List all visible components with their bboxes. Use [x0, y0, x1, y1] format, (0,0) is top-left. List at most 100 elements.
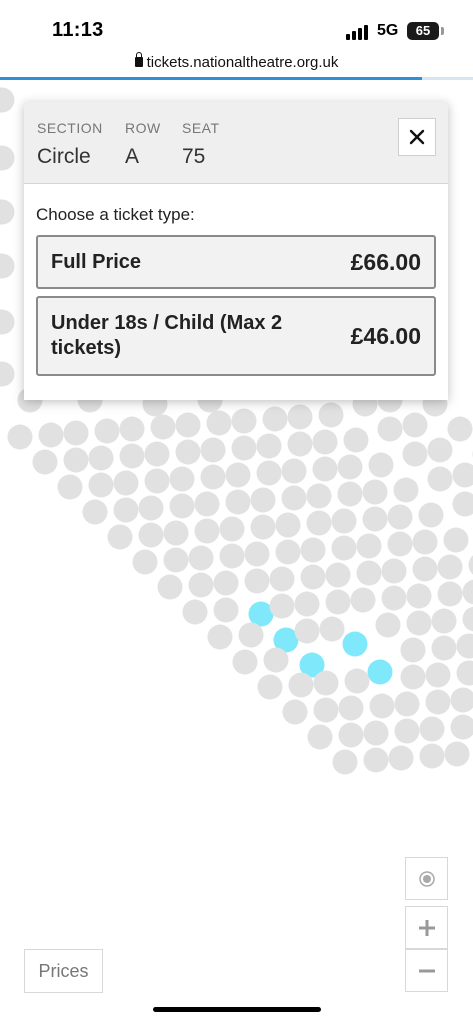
seat-available[interactable]: [312, 429, 338, 455]
seat-available[interactable]: [88, 472, 114, 498]
seat-available[interactable]: [368, 452, 394, 478]
seat-available[interactable]: [0, 361, 15, 387]
seat-available[interactable]: [356, 560, 382, 586]
seat-available[interactable]: [32, 449, 58, 475]
seat-available[interactable]: [275, 512, 301, 538]
seat-available[interactable]: [256, 433, 282, 459]
seat-available[interactable]: [394, 718, 420, 744]
seat-available[interactable]: [0, 253, 15, 279]
seat-available[interactable]: [119, 443, 145, 469]
seat-available[interactable]: [418, 502, 444, 528]
seat-available[interactable]: [377, 416, 403, 442]
seat-available[interactable]: [294, 618, 320, 644]
seat-available[interactable]: [400, 664, 426, 690]
close-button[interactable]: [398, 118, 436, 156]
seat-available[interactable]: [306, 483, 332, 509]
seat-available[interactable]: [375, 612, 401, 638]
seat-available[interactable]: [213, 570, 239, 596]
seat-available[interactable]: [444, 741, 470, 767]
prices-button[interactable]: Prices: [24, 949, 103, 993]
seat-available[interactable]: [287, 431, 313, 457]
seat-available[interactable]: [182, 599, 208, 625]
seat-available[interactable]: [188, 545, 214, 571]
zoom-out-button[interactable]: [405, 949, 448, 992]
seat-available[interactable]: [225, 489, 251, 515]
locate-button[interactable]: [405, 857, 448, 900]
seat-available[interactable]: [450, 687, 473, 713]
seat-available[interactable]: [169, 493, 195, 519]
seat-available[interactable]: [356, 533, 382, 559]
seat-available[interactable]: [281, 485, 307, 511]
seat-available[interactable]: [231, 408, 257, 434]
seat-available[interactable]: [175, 439, 201, 465]
seat-available[interactable]: [319, 616, 345, 642]
seat-available[interactable]: [381, 558, 407, 584]
seat-available[interactable]: [312, 456, 338, 482]
seat-available[interactable]: [200, 464, 226, 490]
seat-available[interactable]: [400, 637, 426, 663]
seat-available[interactable]: [206, 410, 232, 436]
zoom-in-button[interactable]: [405, 906, 448, 949]
seat-available[interactable]: [188, 572, 214, 598]
address-bar[interactable]: tickets.nationaltheatre.org.uk: [0, 52, 473, 78]
seat-available[interactable]: [300, 537, 326, 563]
seat-available[interactable]: [244, 568, 270, 594]
seat-available[interactable]: [144, 441, 170, 467]
seat-available[interactable]: [362, 506, 388, 532]
seat-available[interactable]: [63, 420, 89, 446]
seat-available[interactable]: [150, 414, 176, 440]
seat-available[interactable]: [163, 520, 189, 546]
seat-available[interactable]: [263, 647, 289, 673]
seat-available[interactable]: [294, 591, 320, 617]
seat-available[interactable]: [387, 531, 413, 557]
seat-available[interactable]: [256, 460, 282, 486]
seat-available[interactable]: [7, 424, 33, 450]
seat-available[interactable]: [456, 660, 473, 686]
seat-available[interactable]: [250, 514, 276, 540]
seat-available[interactable]: [369, 693, 395, 719]
ticket-option-full-price[interactable]: Full Price £66.00: [36, 235, 436, 289]
seat-available[interactable]: [169, 466, 195, 492]
seat-available[interactable]: [332, 749, 358, 775]
seat-available[interactable]: [57, 474, 83, 500]
seat-available[interactable]: [219, 516, 245, 542]
seat-available[interactable]: [393, 477, 419, 503]
seat-available[interactable]: [462, 606, 473, 632]
seat-available[interactable]: [325, 589, 351, 615]
ticket-option-under-18s[interactable]: Under 18s / Child (Max 2 tickets) £46.00: [36, 296, 436, 376]
seat-available[interactable]: [350, 587, 376, 613]
seat-available[interactable]: [250, 487, 276, 513]
seat-available[interactable]: [388, 745, 414, 771]
seat-available[interactable]: [318, 402, 344, 428]
seat-available[interactable]: [88, 445, 114, 471]
seat-available[interactable]: [38, 422, 64, 448]
seat-available[interactable]: [287, 404, 313, 430]
seat-available[interactable]: [412, 556, 438, 582]
seat-available[interactable]: [175, 412, 201, 438]
seat-available[interactable]: [138, 522, 164, 548]
seat-available[interactable]: [456, 633, 473, 659]
seat-available[interactable]: [0, 87, 15, 113]
seat-available[interactable]: [362, 479, 388, 505]
seat-available[interactable]: [269, 566, 295, 592]
seat-selected[interactable]: [342, 631, 368, 657]
seat-available[interactable]: [307, 724, 333, 750]
seat-available[interactable]: [431, 635, 457, 661]
seat-available[interactable]: [337, 481, 363, 507]
seat-available[interactable]: [325, 562, 351, 588]
seat-available[interactable]: [213, 597, 239, 623]
seat-available[interactable]: [363, 720, 389, 746]
seat-available[interactable]: [0, 309, 15, 335]
seat-available[interactable]: [194, 518, 220, 544]
seat-available[interactable]: [119, 416, 145, 442]
seat-available[interactable]: [338, 695, 364, 721]
seat-available[interactable]: [402, 441, 428, 467]
seat-available[interactable]: [225, 462, 251, 488]
seat-available[interactable]: [219, 543, 245, 569]
seat-available[interactable]: [244, 541, 270, 567]
seat-available[interactable]: [419, 743, 445, 769]
seat-available[interactable]: [262, 406, 288, 432]
seat-available[interactable]: [427, 466, 453, 492]
seat-available[interactable]: [343, 427, 369, 453]
seat-available[interactable]: [452, 491, 473, 517]
